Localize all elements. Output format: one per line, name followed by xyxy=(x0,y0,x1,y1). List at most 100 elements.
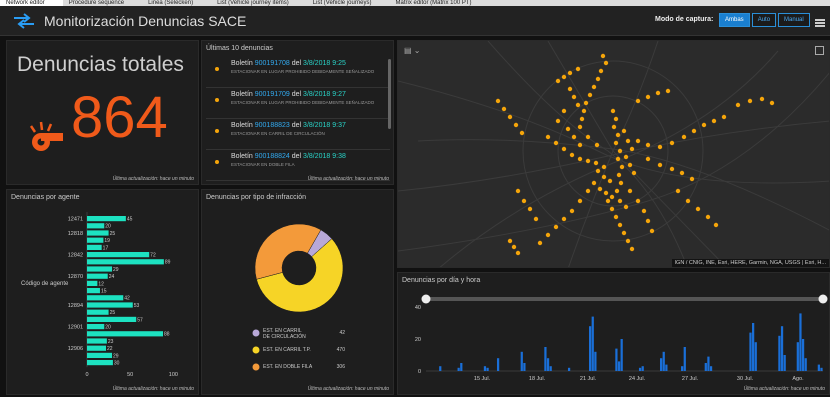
map-point xyxy=(669,166,675,172)
map-point xyxy=(649,228,655,234)
map-point xyxy=(595,76,601,82)
list-item[interactable]: Boletín 900191709 del 3/8/2018 9:27 ESTA… xyxy=(206,88,390,119)
agent-bar xyxy=(87,244,102,250)
map-point xyxy=(623,204,629,210)
total-title: Denuncias totales xyxy=(17,53,184,76)
map-point xyxy=(561,216,567,222)
total-footer: Última actualización: hace un minuto xyxy=(112,176,194,182)
map-point xyxy=(645,142,651,148)
agent-bar-label: 20 xyxy=(105,224,111,230)
agents-title: Denuncias por agente xyxy=(11,194,80,201)
map-point xyxy=(495,98,501,104)
item-mid: del xyxy=(291,153,302,160)
map-point xyxy=(629,246,635,252)
map-point xyxy=(561,108,567,114)
timeline-bar xyxy=(749,332,752,371)
list-item[interactable]: Boletín 900188823 del 3/8/2018 9:37 ESTA… xyxy=(206,119,390,150)
bookmark-icon[interactable]: ▤ xyxy=(404,46,412,55)
last-10-list[interactable]: Boletín 900191708 del 3/8/2018 9:25 ESTA… xyxy=(206,57,390,181)
home-icon[interactable] xyxy=(815,46,824,55)
map-point xyxy=(555,118,561,124)
mode-button-manual[interactable]: Manual xyxy=(778,13,810,27)
agent-bar xyxy=(87,273,108,279)
agent-bar xyxy=(87,316,137,322)
agent-bar xyxy=(87,360,113,366)
agent-bar-label: 89 xyxy=(165,260,171,266)
map-point xyxy=(577,142,583,148)
agents-chart: 4512471202512818191772128428929241287012… xyxy=(21,212,178,378)
types-footer: Última actualización: hace un minuto xyxy=(307,386,389,392)
map-point xyxy=(609,206,615,212)
map-point xyxy=(537,240,543,246)
map-point xyxy=(553,140,559,146)
map-point xyxy=(519,130,525,136)
agent-bar-label: 15 xyxy=(101,289,107,295)
legend-value: 470 xyxy=(337,347,346,353)
map-point xyxy=(615,156,621,162)
timeline-bar xyxy=(460,363,463,371)
map-point xyxy=(645,94,651,100)
map-point xyxy=(601,164,607,170)
agent-bar-label: 29 xyxy=(113,353,119,359)
map-panel[interactable]: ▤ ⌄ IGN / CNIG, INE, Esri, HERE, Garmin,… xyxy=(397,40,830,268)
agents-panel: Denuncias por agente 45 12471 20 25 12818 19 1… xyxy=(6,189,199,395)
agent-bar-label: 22 xyxy=(107,346,113,352)
item-date: 3/8/2018 9:25 xyxy=(303,60,346,67)
agent-bar-label: 29 xyxy=(113,267,119,273)
map-point xyxy=(507,238,513,244)
last-10-panel: Últimas 10 denuncias Boletín 900191708 d… xyxy=(201,40,394,185)
agent-bar-label: 19 xyxy=(104,238,110,244)
item-mid: del xyxy=(291,60,302,67)
list-scrollbar[interactable] xyxy=(388,59,391,129)
map-canvas[interactable] xyxy=(398,41,830,268)
map-point xyxy=(769,100,775,106)
map-point xyxy=(759,96,765,102)
map-point xyxy=(611,124,617,130)
map-point xyxy=(613,214,619,220)
last-10-footer: Última actualización: hace un minuto xyxy=(307,176,389,182)
agent-bar-label: 53 xyxy=(134,303,140,309)
mode-button-ambas[interactable]: Ambas xyxy=(719,13,750,27)
agent-bar-label: 42 xyxy=(124,296,130,302)
map-point xyxy=(577,156,583,162)
map-point xyxy=(617,222,623,228)
agent-bar xyxy=(87,266,113,272)
mode-button-auto[interactable]: Auto xyxy=(751,13,777,27)
map-point xyxy=(631,170,637,176)
timeline-bar xyxy=(620,339,623,371)
timeline-bar xyxy=(707,356,710,371)
menu-icon[interactable] xyxy=(815,19,825,27)
timeline-bar xyxy=(439,366,442,371)
legend-swatch xyxy=(252,329,260,337)
map-point xyxy=(617,148,623,154)
map-point xyxy=(669,140,675,146)
agent-bar-label: 12 xyxy=(98,281,104,287)
bullet-icon xyxy=(215,98,219,102)
map-point xyxy=(701,122,707,128)
map-point xyxy=(585,188,591,194)
map-point xyxy=(594,142,600,148)
legend-value: 42 xyxy=(339,330,345,336)
agent-bar-label: 57 xyxy=(137,317,143,323)
agent-category-label: 12842 xyxy=(68,253,83,259)
agents-x-tick: 100 xyxy=(169,372,178,378)
map-point xyxy=(593,160,599,166)
list-item[interactable]: Boletín 900191708 del 3/8/2018 9:25 ESTA… xyxy=(206,57,390,88)
agent-bar-label: 30 xyxy=(114,361,120,367)
map-point xyxy=(629,146,635,152)
map-point xyxy=(681,134,687,140)
map-point xyxy=(691,128,697,134)
dashboard-title: Monitorización Denuncias SACE xyxy=(44,12,247,29)
timeline-bar xyxy=(709,366,713,371)
map-point xyxy=(623,154,629,160)
timeline-bar xyxy=(754,342,757,371)
timeline-y-tick: 20 xyxy=(415,337,421,343)
bullet-icon xyxy=(215,160,219,164)
agent-bar xyxy=(87,223,105,229)
item-prefix: Boletín xyxy=(231,60,253,67)
map-point xyxy=(567,86,573,92)
map-point xyxy=(610,108,616,114)
agent-bar xyxy=(87,237,104,243)
map-points-layer[interactable] xyxy=(495,53,775,256)
chevron-down-icon[interactable]: ⌄ xyxy=(414,46,421,55)
